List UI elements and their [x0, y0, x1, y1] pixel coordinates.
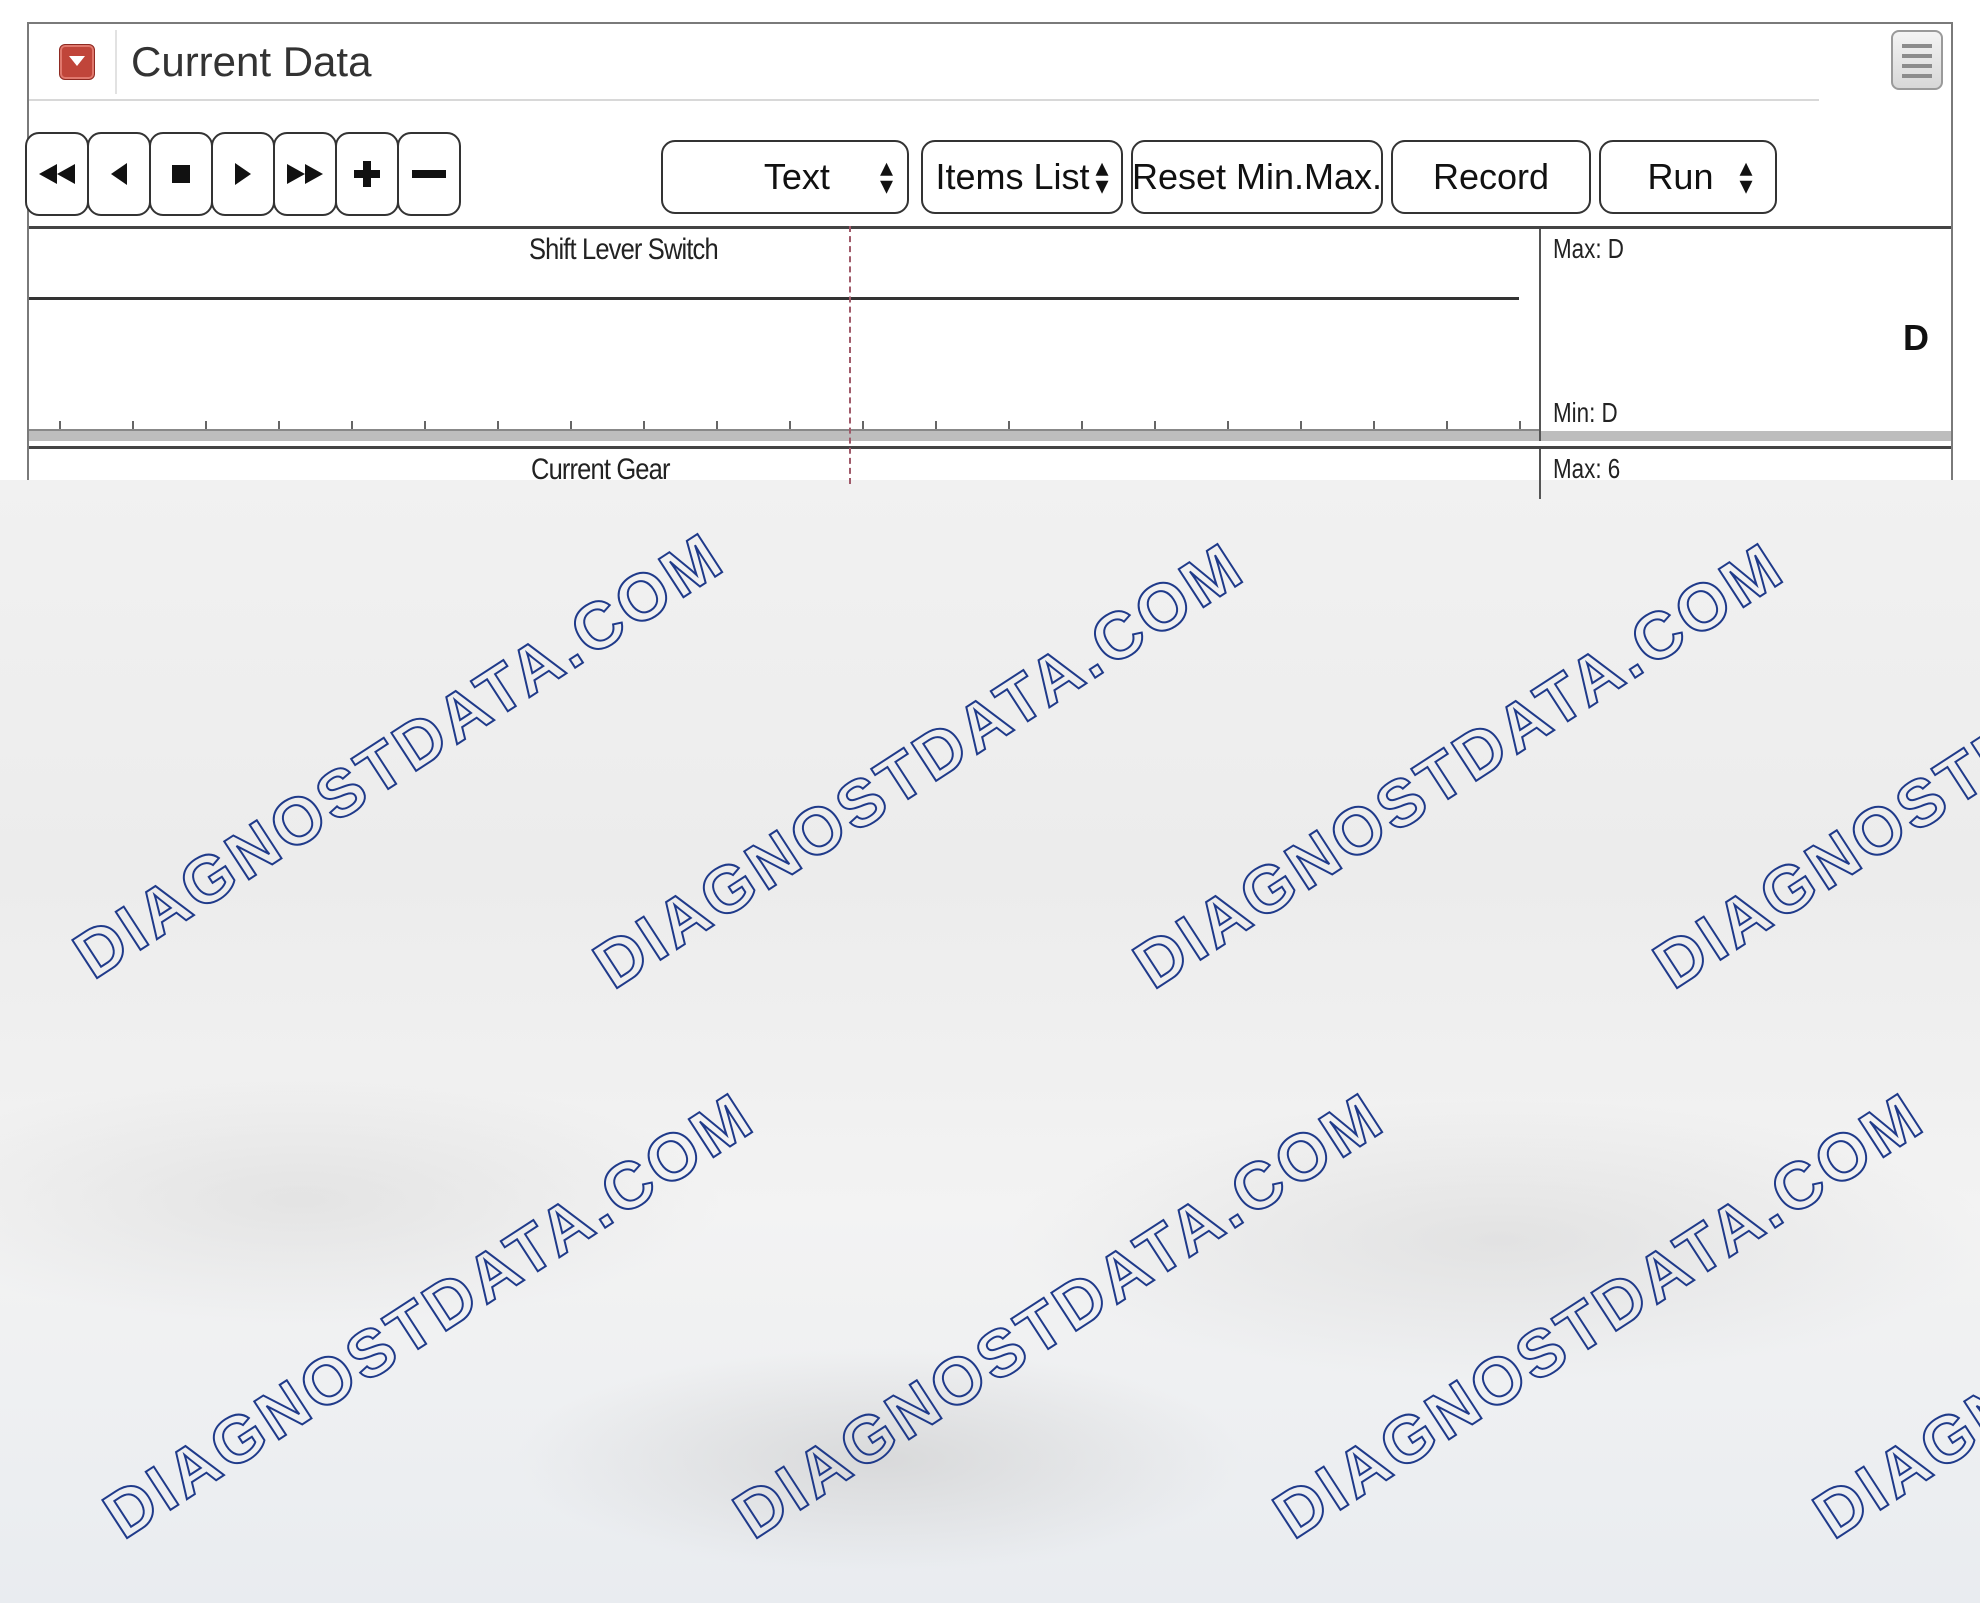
fast-forward-button[interactable]: [273, 132, 337, 216]
spinner-icon: ▴ ▾: [1095, 152, 1109, 201]
items-list-label: Items List: [935, 156, 1090, 197]
reset-min-max-button[interactable]: Reset Min.Max.: [1131, 140, 1383, 214]
min-value: Min: D: [1553, 397, 1618, 428]
rewind-icon: [39, 164, 75, 184]
axis-tick: [1446, 421, 1448, 429]
play-icon: [235, 163, 251, 185]
watermark: DIAGNOSTDATA.COMDIAGNOSTDATA.COMDIAGNOST…: [60, 516, 1980, 1553]
axis-tick: [643, 421, 645, 429]
view-mode-select[interactable]: Text ▴ ▾: [661, 140, 909, 214]
window-title: Current Data: [131, 38, 372, 85]
title-divider: [29, 99, 1819, 101]
items-list-select[interactable]: Items List ▴ ▾: [921, 140, 1123, 214]
axis-tick: [789, 421, 791, 429]
axis-tick: [278, 421, 280, 429]
axis-tick: [862, 421, 864, 429]
zoom-out-button[interactable]: [397, 132, 461, 216]
axis-tick: [424, 421, 426, 429]
zoom-in-icon: [354, 161, 380, 187]
stop-icon: [172, 165, 190, 183]
play-button[interactable]: [211, 132, 275, 216]
stop-button[interactable]: [149, 132, 213, 216]
title-bar: Current Data: [29, 24, 1951, 102]
fast-forward-icon: [287, 164, 323, 184]
zoom-in-button[interactable]: [335, 132, 399, 216]
spinner-icon: ▴ ▾: [879, 152, 893, 201]
signal-trace: [29, 297, 1519, 300]
view-mode-value: Text: [763, 156, 830, 197]
time-cursor[interactable]: [849, 226, 851, 484]
run-label: Run: [1647, 156, 1714, 197]
current-value: D: [1903, 317, 1929, 358]
parameter-panel[interactable]: Shift Lever Switch Max: D D Min: D: [29, 226, 1951, 441]
record-button[interactable]: Record: [1391, 140, 1591, 214]
max-value: Max: D: [1553, 233, 1624, 264]
axis-tick: [1008, 421, 1010, 429]
value-area: Max: D D Min: D: [1539, 229, 1951, 441]
spinner-icon: ▴ ▾: [1739, 152, 1753, 201]
hamburger-menu-icon[interactable]: [1891, 30, 1943, 90]
axis-tick: [1519, 421, 1521, 429]
parameter-name: Shift Lever Switch: [529, 233, 719, 266]
rewind-button[interactable]: [25, 132, 89, 216]
axis-tick: [1373, 421, 1375, 429]
toolbar: Text ▴ ▾ Items List ▴ ▾ Reset Min.Max. Rec…: [25, 110, 1951, 220]
axis-tick: [59, 421, 61, 429]
step-back-button[interactable]: [87, 132, 151, 216]
axis-tick: [132, 421, 134, 429]
axis-tick: [1300, 421, 1302, 429]
axis-tick: [205, 421, 207, 429]
collapse-down-icon[interactable]: [59, 44, 95, 80]
axis-tick: [351, 421, 353, 429]
step-back-icon: [111, 163, 127, 185]
axis-tick: [497, 421, 499, 429]
axis-tick: [570, 421, 572, 429]
axis-tick: [1154, 421, 1156, 429]
title-separator: [115, 30, 117, 94]
graph-area: Shift Lever Switch: [29, 229, 1539, 441]
watermark-layer: DIAGNOSTDATA.COM DIAGNOSTDATA.COM DIAGNOST…: [0, 480, 1980, 1603]
current-data-window: Current Data Text ▴ ▾ Items List ▴ ▾ Res…: [25, 22, 1953, 499]
axis-tick: [935, 421, 937, 429]
axis-tick: [1227, 421, 1229, 429]
axis-tick: [716, 421, 718, 429]
watermark-text: DIAGNOSTDATA.COM: [91, 1077, 767, 1552]
run-select[interactable]: Run ▴ ▾: [1599, 140, 1777, 214]
axis-tick: [1081, 421, 1083, 429]
zoom-out-icon: [412, 170, 446, 178]
